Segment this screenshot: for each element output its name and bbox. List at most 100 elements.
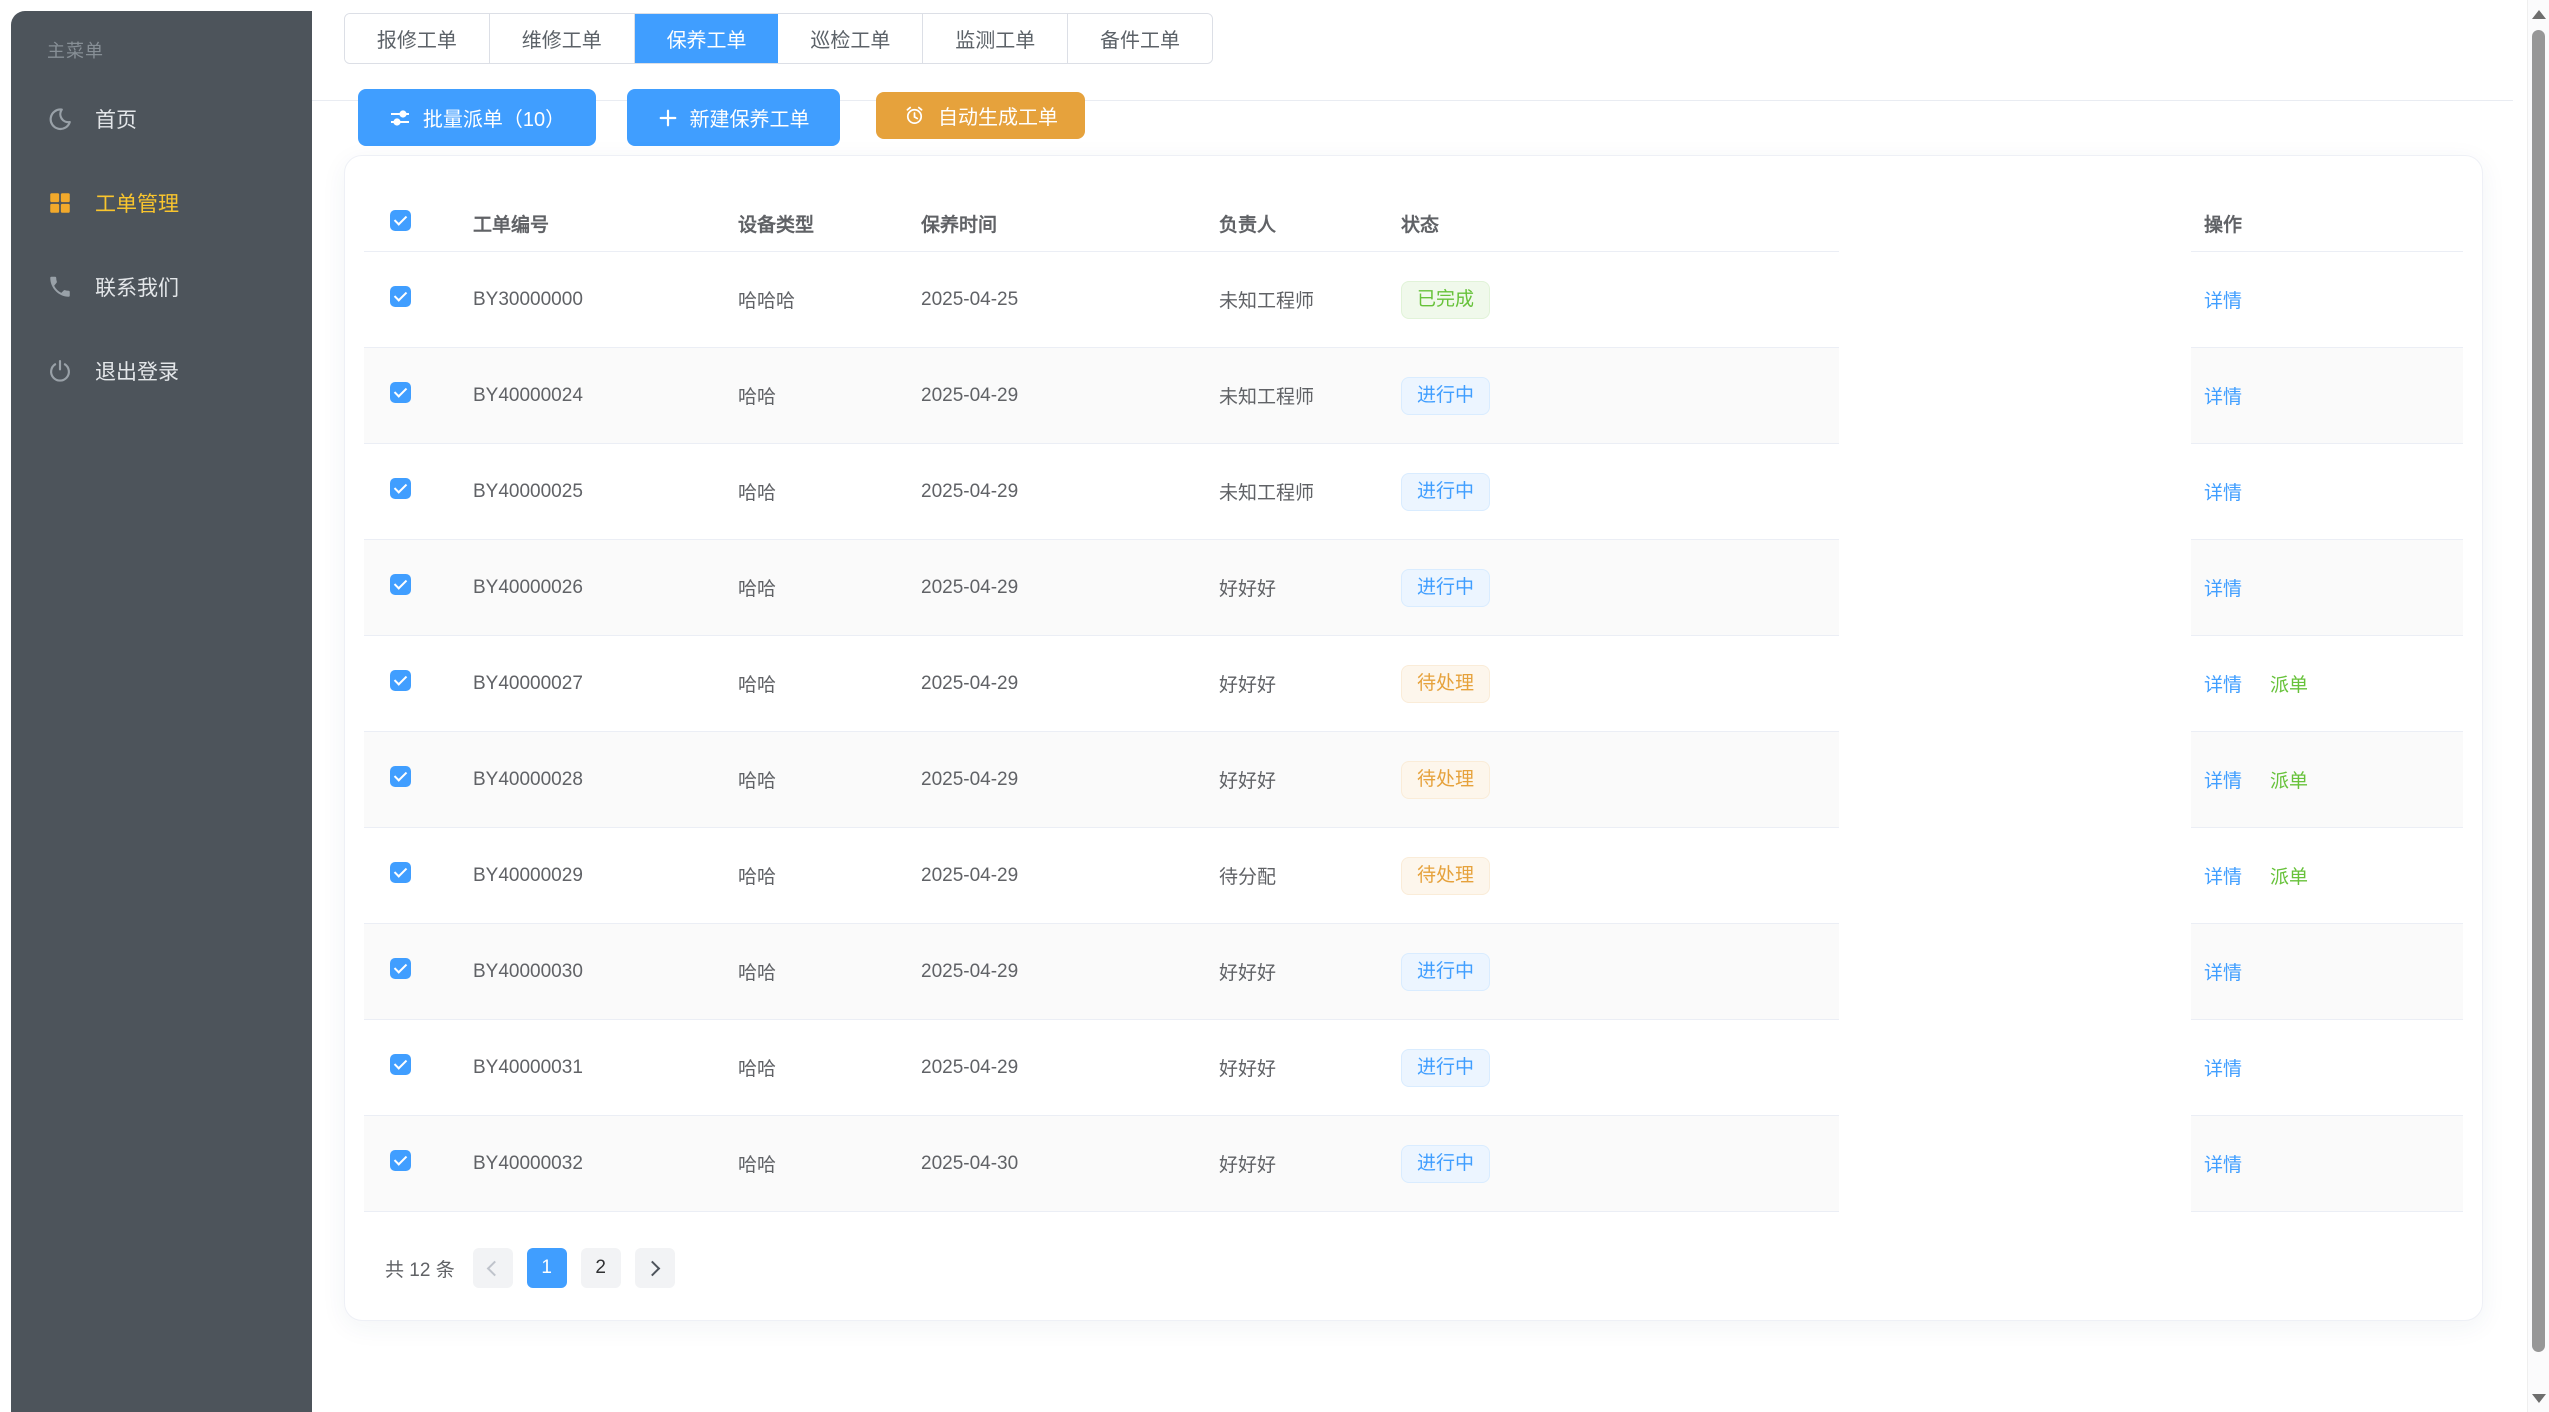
detail-link[interactable]: 详情 (2204, 766, 2242, 793)
detail-link[interactable]: 详情 (2204, 958, 2242, 985)
maintain-date-cell: 2025-04-29 (921, 385, 1219, 407)
device-type-cell: 哈哈 (738, 382, 921, 409)
pagination-total: 共 12 条 (385, 1255, 455, 1282)
scroll-down-arrow[interactable] (2532, 1394, 2546, 1403)
table-row: BY40000031哈哈2025-04-29好好好进行中 (364, 1020, 1839, 1116)
row-checkbox[interactable] (390, 382, 411, 403)
sidebar-item-label: 首页 (95, 104, 137, 134)
auto-generate-button[interactable]: 自动生成工单 (876, 92, 1085, 139)
dispatch-link[interactable]: 派单 (2270, 670, 2308, 697)
maintain-date-cell: 2025-04-29 (921, 673, 1219, 695)
table-row-actions: 详情 (2191, 540, 2463, 636)
scroll-up-arrow[interactable] (2532, 10, 2546, 19)
page-button-2[interactable]: 2 (581, 1248, 621, 1288)
tab-repair[interactable]: 维修工单 (489, 14, 634, 63)
detail-link[interactable]: 详情 (2204, 670, 2242, 697)
next-page-button[interactable] (635, 1248, 675, 1288)
order-no-cell: BY40000030 (473, 961, 738, 983)
row-checkbox[interactable] (390, 478, 411, 499)
scrollbar-thumb[interactable] (2532, 30, 2545, 1352)
detail-link[interactable]: 详情 (2204, 1150, 2242, 1177)
order-no-cell: BY40000027 (473, 673, 738, 695)
actions-header: 操作 (2191, 196, 2463, 252)
column-header-status: 状态 (1401, 210, 1839, 237)
order-no-cell: BY40000024 (473, 385, 738, 407)
order-no-cell: BY40000028 (473, 769, 738, 791)
sidebar-item-contact[interactable]: 联系我们 (11, 245, 312, 329)
maintain-date-cell: 2025-04-29 (921, 1057, 1219, 1079)
plus-icon (658, 108, 678, 128)
device-type-cell: 哈哈 (738, 958, 921, 985)
sidebar-menu: 首页 工单管理 联系我们 退出登录 (11, 77, 312, 413)
table-main: 工单编号 设备类型 保养时间 负责人 状态 BY30000000哈哈哈2025-… (364, 196, 1839, 1212)
maintain-date-cell: 2025-04-29 (921, 865, 1219, 887)
status-cell: 进行中 (1401, 1049, 1839, 1087)
device-type-cell: 哈哈哈 (738, 286, 921, 313)
status-cell: 已完成 (1401, 281, 1839, 319)
detail-link[interactable]: 详情 (2204, 574, 2242, 601)
sidebar: 主菜单 首页 工单管理 联系我们 退出登录 (11, 11, 312, 1412)
table-row-actions: 详情 (2191, 252, 2463, 348)
table-row: BY40000032哈哈2025-04-30好好好进行中 (364, 1116, 1839, 1212)
maintain-date-cell: 2025-04-30 (921, 1153, 1219, 1175)
owner-cell: 好好好 (1219, 958, 1401, 985)
order-no-cell: BY40000029 (473, 865, 738, 887)
dispatch-link[interactable]: 派单 (2270, 862, 2308, 889)
row-checkbox[interactable] (390, 862, 411, 883)
row-checkbox[interactable] (390, 766, 411, 787)
order-type-tabs: 报修工单 维修工单 保养工单 巡检工单 监测工单 备件工单 (344, 13, 1213, 64)
detail-link[interactable]: 详情 (2204, 382, 2242, 409)
work-order-card: 工单编号 设备类型 保养时间 负责人 状态 BY30000000哈哈哈2025-… (344, 155, 2483, 1321)
checkbox-cell (364, 862, 473, 889)
table-header: 工单编号 设备类型 保养时间 负责人 状态 (364, 196, 1839, 252)
page-button-1[interactable]: 1 (527, 1248, 567, 1288)
dispatch-link[interactable]: 派单 (2270, 766, 2308, 793)
device-type-cell: 哈哈 (738, 670, 921, 697)
detail-link[interactable]: 详情 (2204, 478, 2242, 505)
sidebar-item-label: 工单管理 (95, 188, 179, 218)
table-row-actions: 详情 (2191, 444, 2463, 540)
table-row-actions: 详情 派单 (2191, 828, 2463, 924)
table-row: BY30000000哈哈哈2025-04-25未知工程师已完成 (364, 252, 1839, 348)
order-no-cell: BY40000025 (473, 481, 738, 503)
select-all-checkbox[interactable] (390, 210, 411, 231)
status-badge: 进行中 (1401, 473, 1490, 511)
row-checkbox[interactable] (390, 286, 411, 307)
tab-inspection[interactable]: 巡检工单 (778, 14, 922, 63)
table-row-actions: 详情 (2191, 1116, 2463, 1212)
device-type-cell: 哈哈 (738, 1054, 921, 1081)
row-checkbox[interactable] (390, 670, 411, 691)
sidebar-item-home[interactable]: 首页 (11, 77, 312, 161)
tab-maintenance[interactable]: 保养工单 (634, 14, 779, 63)
scrollbar[interactable] (2527, 0, 2549, 1412)
order-no-cell: BY30000000 (473, 289, 738, 311)
checkbox-cell (364, 1054, 473, 1081)
device-type-cell: 哈哈 (738, 766, 921, 793)
tab-spare-parts[interactable]: 备件工单 (1067, 14, 1212, 63)
detail-link[interactable]: 详情 (2204, 862, 2242, 889)
table-row: BY40000025哈哈2025-04-29未知工程师进行中 (364, 444, 1839, 540)
status-cell: 进行中 (1401, 1145, 1839, 1183)
row-checkbox[interactable] (390, 574, 411, 595)
detail-link[interactable]: 详情 (2204, 286, 2242, 313)
tab-monitoring[interactable]: 监测工单 (922, 14, 1067, 63)
checkbox-cell (364, 766, 473, 793)
detail-link[interactable]: 详情 (2204, 1054, 2242, 1081)
maintain-date-cell: 2025-04-29 (921, 481, 1219, 503)
prev-page-button[interactable] (473, 1248, 513, 1288)
sidebar-item-logout[interactable]: 退出登录 (11, 329, 312, 413)
order-no-cell: BY40000031 (473, 1057, 738, 1079)
sidebar-item-work-orders[interactable]: 工单管理 (11, 161, 312, 245)
row-checkbox[interactable] (390, 958, 411, 979)
checkbox-cell (364, 382, 473, 409)
table-row: BY40000027哈哈2025-04-29好好好待处理 (364, 636, 1839, 732)
auto-generate-label: 自动生成工单 (938, 101, 1058, 130)
row-checkbox[interactable] (390, 1150, 411, 1171)
row-checkbox[interactable] (390, 1054, 411, 1075)
new-maintenance-order-button[interactable]: 新建保养工单 (627, 89, 840, 146)
status-cell: 进行中 (1401, 473, 1839, 511)
batch-dispatch-button[interactable]: 批量派单（10） (358, 89, 596, 146)
tab-repair-report[interactable]: 报修工单 (345, 14, 489, 63)
status-cell: 待处理 (1401, 761, 1839, 799)
checkbox-cell (364, 958, 473, 985)
